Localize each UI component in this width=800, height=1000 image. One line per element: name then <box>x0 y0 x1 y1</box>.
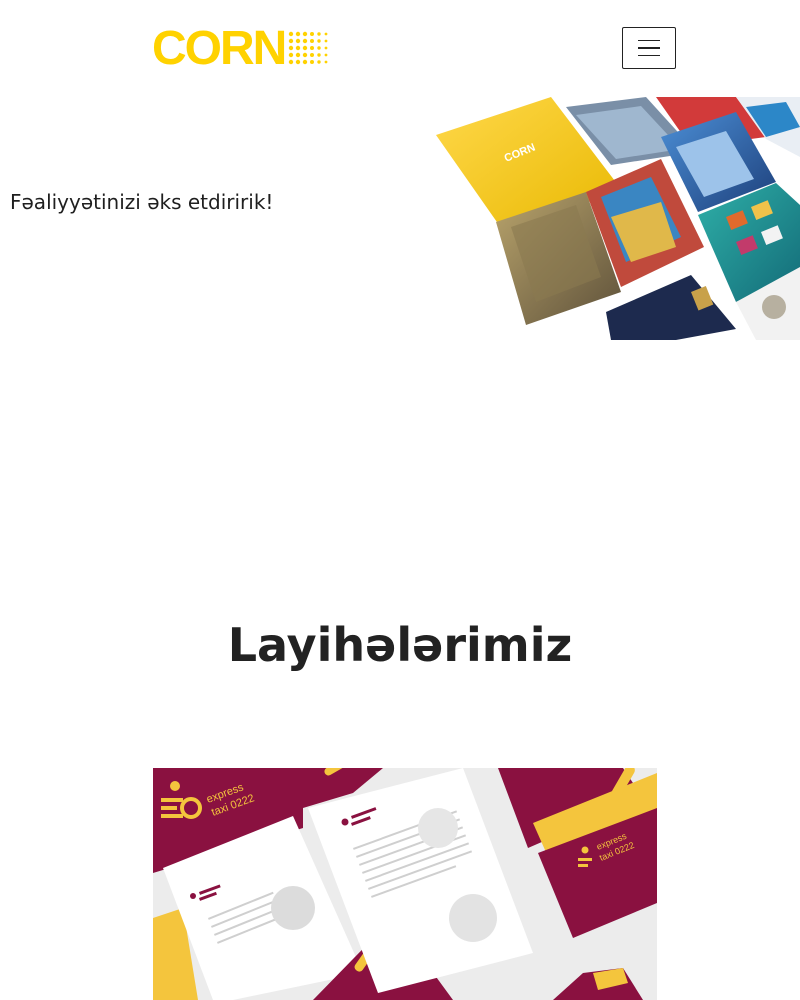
hero-catalog-image: CORN <box>436 97 800 340</box>
projects-section-title: Layihələrimiz <box>227 618 573 672</box>
logo-text: CORN <box>152 22 287 75</box>
hamburger-icon-bar <box>638 47 660 49</box>
express-taxi-branding-image: express taxi 0222 express taxi 0222 <box>153 768 657 1000</box>
project-card-express-taxi[interactable]: express taxi 0222 express taxi 0222 <box>153 768 657 1000</box>
hero-tagline: Fəaliyyətinizi əks etdiririk! <box>10 190 274 214</box>
hamburger-icon-bar <box>638 54 660 57</box>
catalog-collage-illustration: CORN <box>436 97 800 340</box>
logo-dot-grid-icon <box>289 31 328 65</box>
site-logo[interactable]: CORN <box>152 22 333 75</box>
menu-toggle-button[interactable] <box>622 27 676 69</box>
hamburger-icon-bar <box>638 39 660 42</box>
